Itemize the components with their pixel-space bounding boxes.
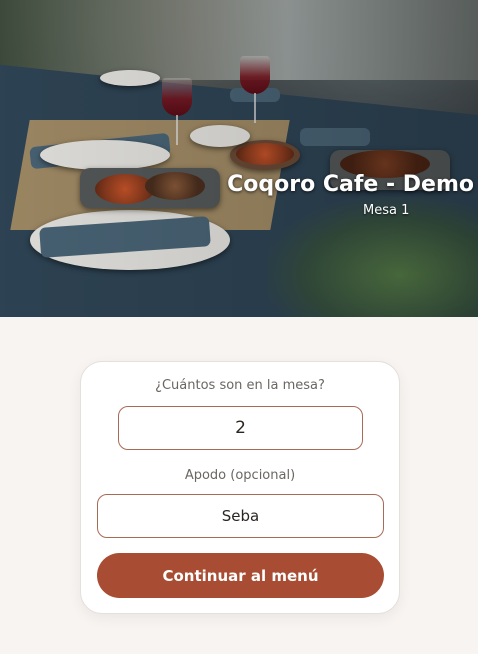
table-setup-card: ¿Cuántos son en la mesa? Apodo (opcional… — [80, 361, 400, 614]
restaurant-name: Coqoro Cafe - Demo — [227, 172, 474, 197]
nickname-input[interactable] — [97, 494, 384, 538]
guests-input[interactable] — [118, 406, 363, 450]
continue-to-menu-button[interactable]: Continuar al menú — [97, 553, 384, 598]
guests-label: ¿Cuántos son en la mesa? — [155, 378, 325, 393]
hero-overlay — [0, 0, 478, 317]
hero-banner: Coqoro Cafe - Demo Mesa 1 — [0, 0, 478, 317]
table-label: Mesa 1 — [363, 203, 410, 218]
nickname-label: Apodo (opcional) — [184, 468, 296, 483]
